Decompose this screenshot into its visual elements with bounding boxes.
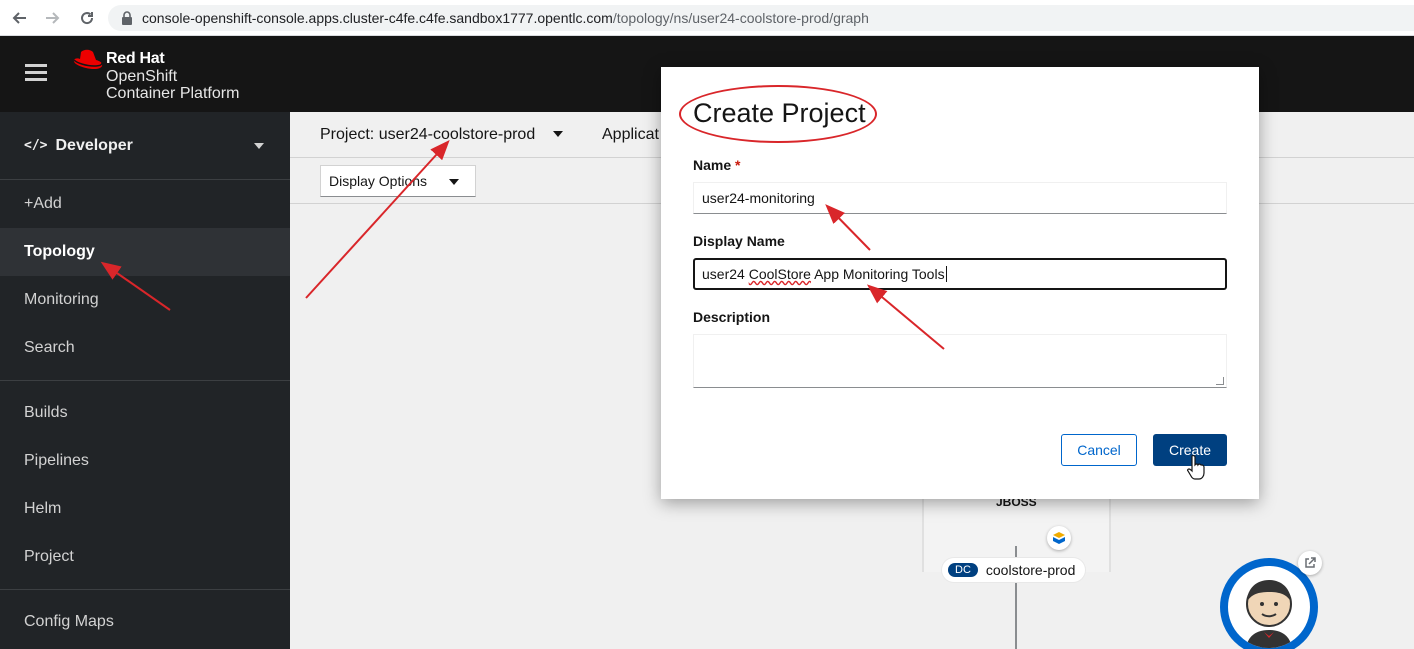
sidebar-item-label: Helm [24,500,62,517]
display-name-field[interactable]: user24 CoolStore App Monitoring Tools [693,258,1227,290]
node-name: coolstore-prod [985,562,1076,578]
sidebar-item-project[interactable]: Project [0,533,290,581]
sidebar-item-label: Config Maps [24,613,114,630]
application-selector[interactable]: Applicat [602,126,659,144]
url-path: /topology/ns/user24-coolstore-prod/graph [612,10,869,26]
jenkins-icon [1246,580,1292,648]
reload-icon[interactable] [72,3,102,33]
sidebar-item-pipelines[interactable]: Pipelines [0,437,290,485]
sidebar-item-add[interactable]: +Add [0,180,290,228]
name-field[interactable]: user24-monitoring [693,182,1227,214]
modal-title: Create Project [693,98,866,128]
sidebar-item-label: Monitoring [24,291,99,308]
browser-toolbar: console-openshift-console.apps.cluster-c… [0,0,1414,36]
sidebar-item-label: Topology [24,243,95,260]
sidebar-item-monitoring[interactable]: Monitoring [0,276,290,324]
resize-grip-icon[interactable] [1216,377,1224,385]
sidebar-divider [0,589,290,590]
display-name-suffix: App Monitoring Tools [810,266,945,282]
display-options-dropdown[interactable]: Display Options [320,164,476,197]
sidebar-item-search[interactable]: Search [0,324,290,372]
perspective-switcher[interactable]: </> Developer [0,112,290,180]
brand-company: Red Hat [106,50,165,67]
back-icon[interactable] [4,3,34,33]
hand-cursor-icon [1186,454,1205,480]
caret-down-icon [449,178,459,185]
forward-icon[interactable] [38,3,68,33]
sidebar: </> Developer +Add Topology Monitoring S… [0,112,290,649]
sidebar-item-topology[interactable]: Topology [0,228,290,276]
create-project-modal: Create Project Name * user24-monitoring … [661,67,1259,499]
redhat-logo-icon [73,49,103,70]
display-name-misspelled-word: CoolStore [748,266,811,282]
name-field-value: user24-monitoring [702,190,815,206]
caret-down-icon [553,131,564,138]
build-decorator-icon[interactable] [1047,526,1071,550]
hamburger-menu-icon[interactable] [25,64,47,82]
cancel-button[interactable]: Cancel [1061,434,1137,466]
perspective-label: Developer [55,136,133,154]
lock-icon [122,11,132,25]
sidebar-item-label: +Add [24,195,62,212]
code-icon: </> [24,138,48,153]
text-cursor [945,266,947,282]
brand-product-line1: OpenShift [106,68,178,85]
sidebar-item-builds[interactable]: Builds [0,389,290,437]
display-options-label: Display Options [329,172,428,189]
project-selector-label: Project: user24-coolstore-prod [320,125,536,143]
dc-badge: DC [948,563,978,577]
required-indicator: * [735,157,741,173]
node-name-label[interactable]: DC coolstore-prod [942,558,1086,582]
sidebar-divider [0,380,290,381]
sidebar-item-label: Project [24,548,74,565]
description-label: Description [693,309,771,325]
description-field[interactable] [693,334,1227,388]
url-host: console-openshift-console.apps.cluster-c… [142,10,613,26]
name-label-text: Name [693,157,732,173]
screen: console-openshift-console.apps.cluster-c… [0,0,1414,649]
sidebar-item-label: Search [24,339,75,356]
name-label: Name * [693,157,740,173]
display-name-prefix: user24 [702,266,749,282]
project-selector[interactable]: Project: user24-coolstore-prod [320,125,564,144]
external-link-icon[interactable] [1298,551,1322,575]
caret-down-icon [254,143,264,149]
address-bar[interactable]: console-openshift-console.apps.cluster-c… [108,5,1414,31]
brand-product-line2: Container Platform [106,85,240,102]
sidebar-item-label: Builds [24,404,68,421]
sidebar-item-helm[interactable]: Helm [0,485,290,533]
display-name-label: Display Name [693,233,785,249]
sidebar-item-config-maps[interactable]: Config Maps [0,598,290,646]
sidebar-item-label: Pipelines [24,452,89,469]
